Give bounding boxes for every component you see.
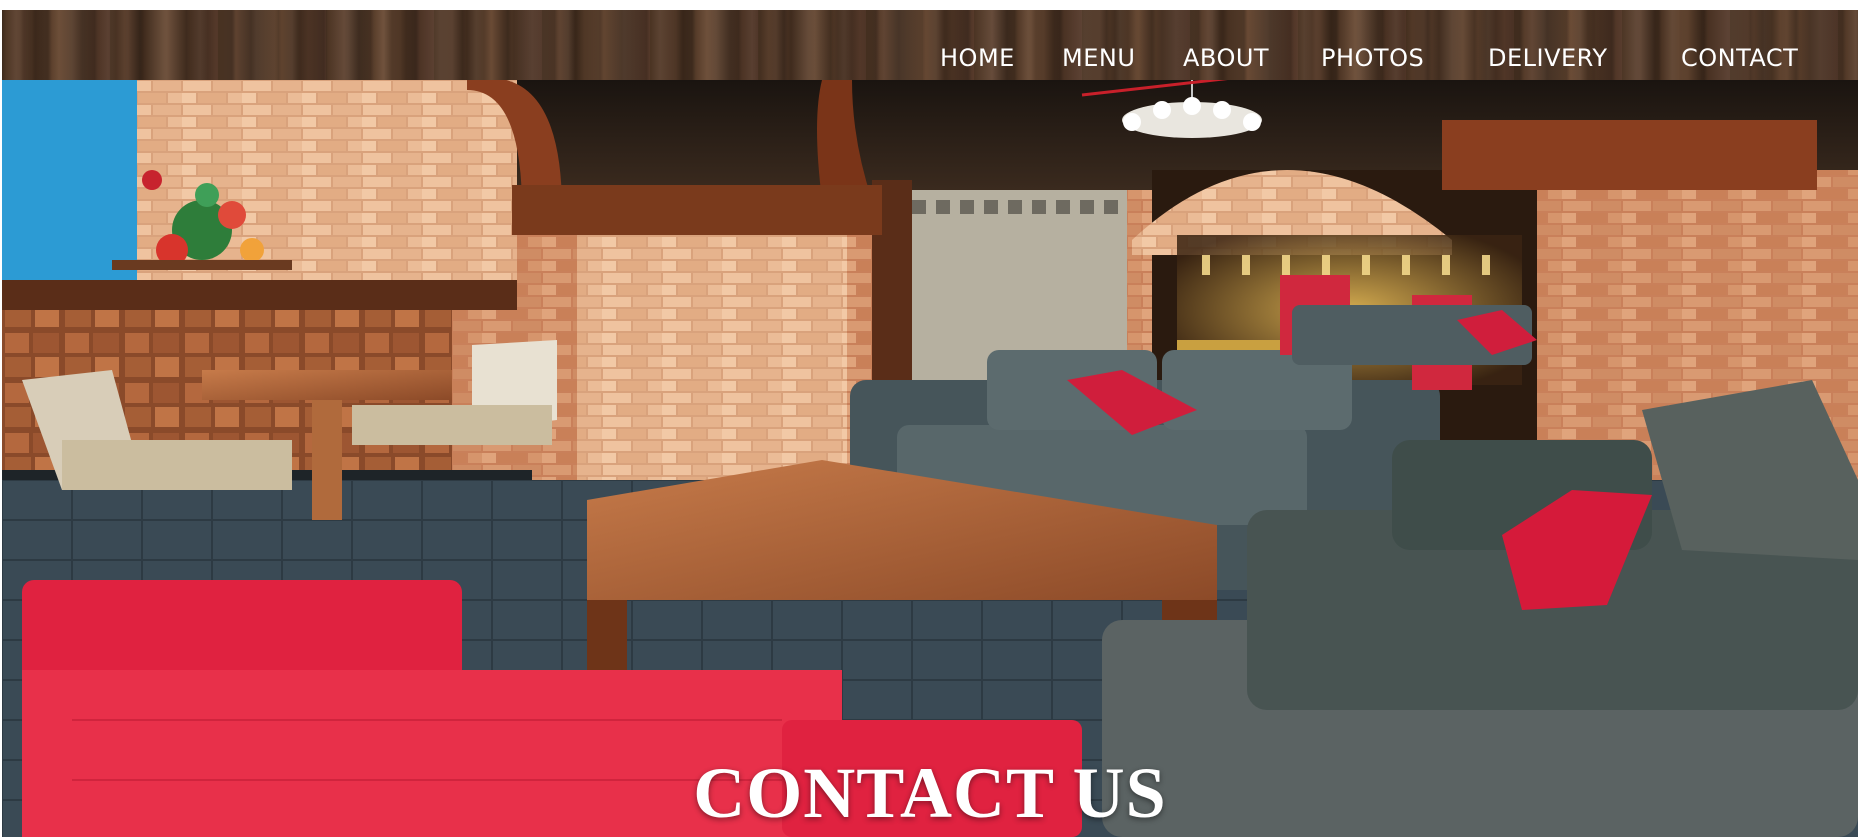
hero-title: CONTACT US: [693, 753, 1167, 833]
nav-about[interactable]: ABOUT: [1183, 44, 1269, 72]
restaurant-interior-image: [2, 80, 1858, 837]
nav-contact[interactable]: CONTACT: [1681, 44, 1798, 72]
hero-banner: CONTACT US: [2, 80, 1858, 837]
nav-menu[interactable]: MENU: [1062, 44, 1135, 72]
nav-home[interactable]: HOME: [940, 44, 1015, 72]
site-header: HOME MENU ABOUT PHOTOS DELIVERY CONTACT: [2, 10, 1858, 80]
nav-photos[interactable]: PHOTOS: [1321, 44, 1424, 72]
nav-delivery[interactable]: DELIVERY: [1488, 44, 1607, 72]
